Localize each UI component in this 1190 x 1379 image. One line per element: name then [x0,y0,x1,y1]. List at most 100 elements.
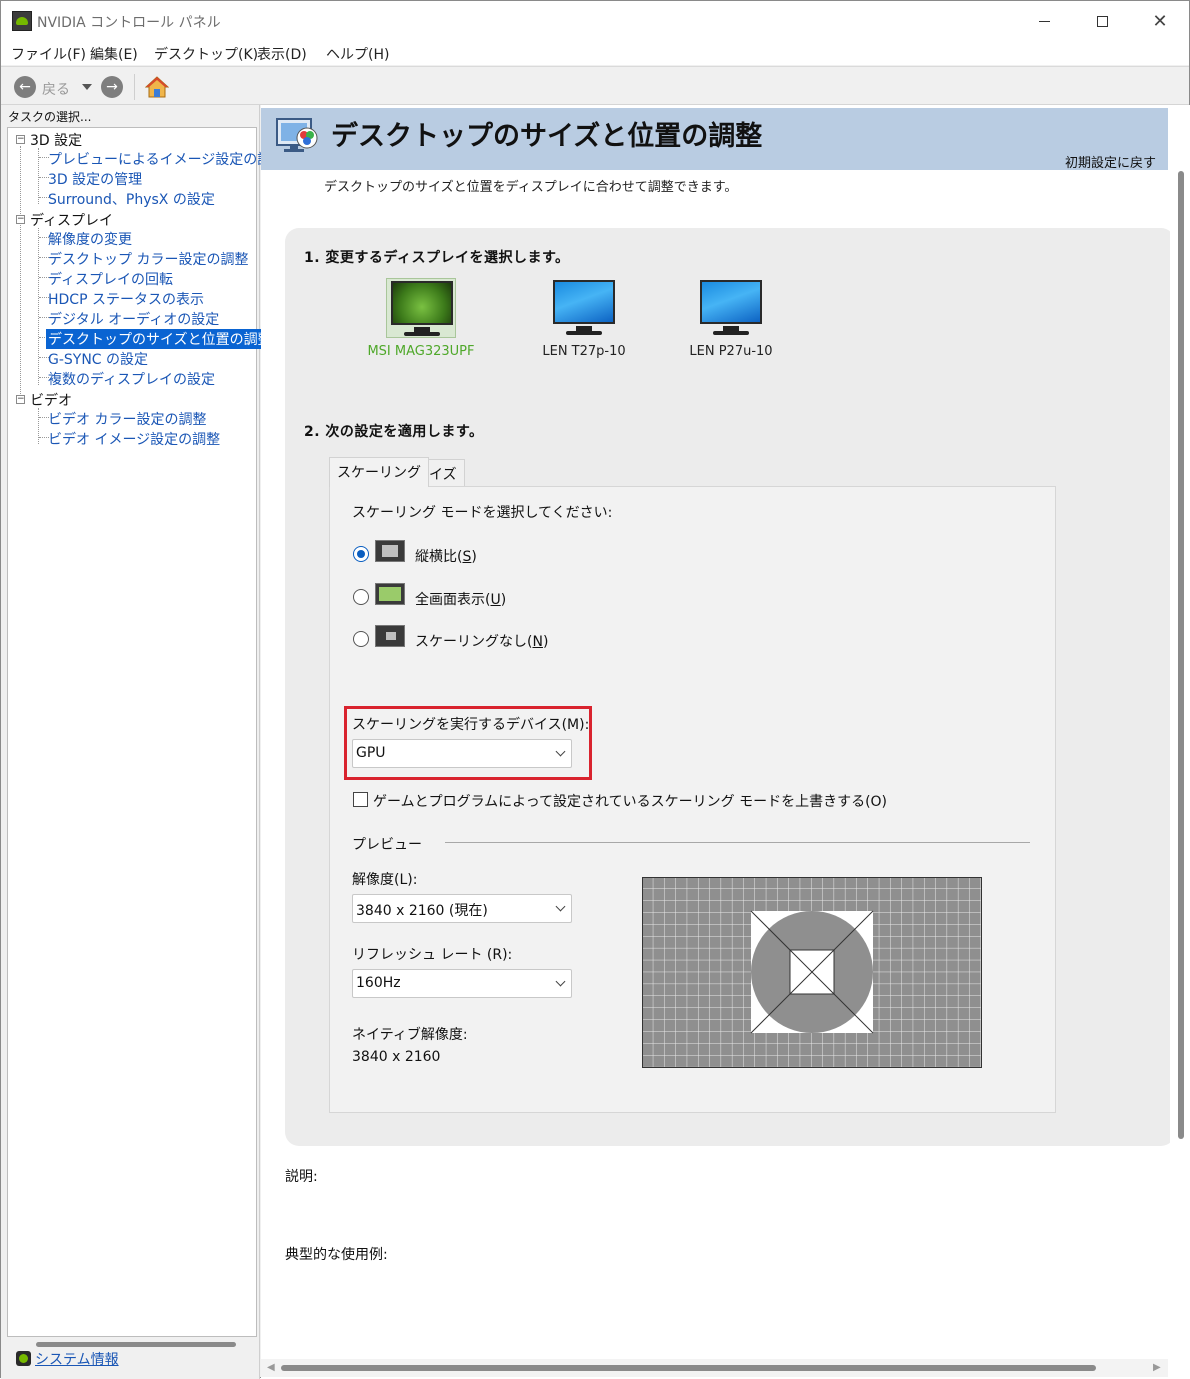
tree-item-change-resolution[interactable]: 解像度の変更 [48,229,132,249]
tree-item-digital-audio[interactable]: デジタル オーディオの設定 [48,309,219,329]
chevron-down-icon [555,901,566,912]
tree-item-gsync[interactable]: G-SYNC の設定 [48,349,148,369]
monitor-label: LEN P27u-10 [689,344,773,359]
desktop-size-icon [276,118,318,152]
toolbar: ← 戻る → [1,66,1189,105]
no-scaling-mode-icon [375,625,405,647]
monitor-label: MSI MAG323UPF [367,344,475,359]
tree-category-video[interactable]: ビデオ [30,390,72,410]
monitor-base [404,332,440,336]
monitor-len-t27p-10[interactable]: LEN T27p-10 [514,278,654,359]
aspect-ratio-mode-icon [375,540,405,562]
radio-aspect-ratio[interactable] [353,546,369,562]
tree-category-display[interactable]: ディスプレイ [30,210,113,230]
native-resolution-value: 3840 x 2160 [352,1049,441,1065]
page-description: デスクトップのサイズと位置をディスプレイに合わせて調整できます。 [324,180,738,195]
task-pane: タスクの選択... − 3D 設定 プレビューによるイメージ設定の調整 3D 設… [1,105,285,1379]
collapse-display-icon[interactable]: − [16,215,25,224]
override-scaling-label[interactable]: ゲームとプログラムによって設定されているスケーリング モードを上書きする(O) [373,791,887,811]
tree-category-3d[interactable]: 3D 設定 [30,130,82,150]
tree-item-rotate-display[interactable]: ディスプレイの回転 [48,269,173,289]
vertical-scrollbar[interactable] [1170,105,1190,1379]
menu-help[interactable]: ヘルプ(H) [326,44,389,64]
annotation-highlight-box [344,706,592,780]
menu-view[interactable]: 表示(D) [257,44,307,64]
override-scaling-checkbox[interactable] [353,792,368,807]
home-icon[interactable] [145,75,169,99]
tree-item-surround-physx[interactable]: Surround、PhysX の設定 [48,189,215,209]
minimize-button[interactable] [1015,1,1073,41]
horizontal-scrollbar[interactable]: ◀ ▶ [261,1359,1168,1377]
tree-item-desktop-size-position[interactable]: デスクトップのサイズと位置の調整 [46,329,274,349]
arrow-right-icon: → [106,79,118,95]
full-screen-text: 全画面表示( [415,592,491,608]
full-screen-label[interactable]: 全画面表示(U) [415,589,506,609]
tab-scaling[interactable]: スケーリング [329,457,429,487]
refresh-rate-label: リフレッシュ レート (R): [352,947,513,963]
tree-item-video-image[interactable]: ビデオ イメージ設定の調整 [48,429,220,449]
horizontal-scrollbar-thumb[interactable] [281,1365,1096,1371]
system-info-link[interactable]: システム情報 [35,1349,119,1369]
preview-divider [445,842,1030,843]
no-scaling-suffix: ) [542,634,549,650]
back-button[interactable]: ← [14,76,36,98]
tree-item-video-color[interactable]: ビデオ カラー設定の調整 [48,409,206,429]
monitor-len-p27u-10[interactable]: LEN P27u-10 [661,278,801,359]
tree-horizontal-scrollbar[interactable] [36,1342,236,1347]
refresh-rate-select[interactable]: 160Hz [352,969,572,998]
page-header: デスクトップのサイズと位置の調整 初期設定に戻す [261,108,1168,171]
scroll-left-icon[interactable]: ◀ [267,1362,275,1373]
page-title: デスクトップのサイズと位置の調整 [331,121,763,152]
task-tree: − 3D 設定 プレビューによるイメージ設定の調整 3D 設定の管理 Surro… [7,127,285,1347]
tree-item-multiple-displays[interactable]: 複数のディスプレイの設定 [48,369,215,389]
chevron-down-icon [555,976,566,987]
no-scaling-mnemonic: N [532,634,543,650]
menu-file[interactable]: ファイル(F) [11,44,86,64]
tree-item-preview-image-settings[interactable]: プレビューによるイメージ設定の調整 [48,149,285,169]
title-bar: NVIDIA コントロール パネル ✕ [1,1,1189,41]
collapse-3d-icon[interactable]: − [16,135,25,144]
history-dropdown-icon[interactable] [82,84,92,90]
no-scaling-label[interactable]: スケーリングなし(N) [415,631,548,651]
toolbar-separator [134,74,135,100]
tree-item-manage-3d[interactable]: 3D 設定の管理 [48,169,142,189]
aspect-ratio-text: 縦横比( [415,549,463,565]
monitor-base [566,331,602,335]
tree-item-hdcp-status[interactable]: HDCP ステータスの表示 [48,289,204,309]
arrow-left-icon: ← [19,79,31,95]
content-pane: デスクトップのサイズと位置の調整 初期設定に戻す デスクトップのサイズと位置をデ… [261,105,1190,1379]
menu-desktop[interactable]: デスクトップ(K) [154,44,258,64]
close-button[interactable]: ✕ [1131,1,1189,41]
system-info-icon[interactable] [16,1351,31,1366]
radio-full-screen[interactable] [353,589,369,605]
vertical-scrollbar-thumb[interactable] [1178,171,1184,1139]
full-screen-mode-icon [375,583,405,605]
full-screen-mnemonic: U [490,592,501,608]
tree-connector [38,408,39,444]
tree-item-desktop-color[interactable]: デスクトップ カラー設定の調整 [48,249,248,269]
task-select-label: タスクの選択... [8,110,92,124]
scaling-mode-label: スケーリング モードを選択してください: [352,505,613,521]
typical-usage-label: 典型的な使用例: [285,1247,388,1263]
restore-defaults-link[interactable]: 初期設定に戻す [1065,152,1156,171]
nvidia-app-icon [12,11,32,31]
aspect-ratio-label[interactable]: 縦横比(S) [415,546,477,566]
forward-button[interactable]: → [101,76,123,98]
monitor-base [713,331,749,335]
scaling-preview-image [642,877,982,1068]
scroll-right-icon[interactable]: ▶ [1153,1362,1161,1373]
collapse-video-icon[interactable]: − [16,395,25,404]
tree-connector [38,228,39,385]
menu-edit[interactable]: 編集(E) [90,44,138,64]
resolution-select[interactable]: 3840 x 2160 (現在) [352,894,572,923]
maximize-icon [1096,15,1108,27]
mode-icon-inner [382,545,398,557]
monitor-msi-mag323upf[interactable]: MSI MAG323UPF [351,278,491,359]
aspect-ratio-suffix: ) [471,549,477,565]
monitor-label: LEN T27p-10 [542,344,626,359]
back-label[interactable]: 戻る [42,79,70,99]
maximize-button[interactable] [1073,1,1131,41]
tree-connector [20,146,21,400]
radio-no-scaling[interactable] [353,631,369,647]
monitor-screen-icon [553,280,615,324]
